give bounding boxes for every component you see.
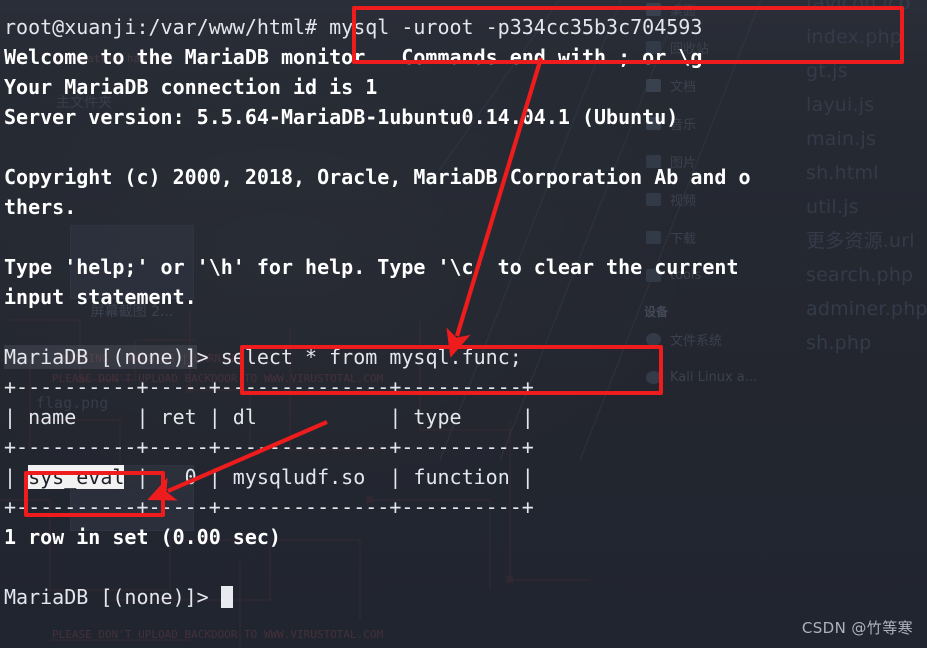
table-row: | sys_eval | 0 | mysqludf.so | function … xyxy=(4,462,927,492)
csdn-watermark: CSDN @竹等寒 xyxy=(801,619,913,637)
text-cursor xyxy=(220,586,233,608)
table-rule-middle: +----------+-----+--------------+-------… xyxy=(4,435,534,459)
result-status: 1 row in set (0.00 sec) xyxy=(4,525,281,549)
terminal-output[interactable]: root@xuanji:/var/www/html# mysql -uroot … xyxy=(0,0,927,648)
terminal-line-help-1: Type 'help;' or '\h' for help. Type '\c'… xyxy=(4,255,739,279)
table-header-row: | name | ret | dl | type | xyxy=(4,405,534,429)
cell-name-sys-eval[interactable]: sys_eval xyxy=(28,465,125,489)
terminal-line-copyright-2: thers. xyxy=(4,195,77,219)
terminal-line-server-version: Server version: 5.5.64-MariaDB-1ubuntu0.… xyxy=(4,105,679,129)
terminal-line-copyright-1: Copyright (c) 2000, 2018, Oracle, MariaD… xyxy=(4,165,751,189)
terminal-line-blank-4 xyxy=(4,552,927,582)
terminal-line-welcome: Welcome to the MariaDB monitor. Commands… xyxy=(4,45,715,69)
query-text: select * from mysql.func; xyxy=(220,345,522,369)
terminal-line-query-prompt: MariaDB [(none)]> select * from mysql.fu… xyxy=(4,342,927,372)
prompt-label: MariaDB [(none)] xyxy=(4,345,197,369)
table-rule-bottom: +----------+-----+--------------+-------… xyxy=(4,495,534,519)
prompt-arrow: > xyxy=(196,345,221,369)
terminal-line-final-prompt[interactable]: MariaDB [(none)]> xyxy=(4,582,927,612)
terminal-line-connection-id: Your MariaDB connection id is 1 xyxy=(4,75,378,99)
row-remainder: | 0 | mysqludf.so | function | xyxy=(124,465,534,489)
terminal-line-blank-2 xyxy=(4,222,927,252)
row-prefix: | xyxy=(4,465,29,489)
table-rule-top: +----------+-----+--------------+-------… xyxy=(4,375,534,399)
terminal-line-blank-1 xyxy=(4,132,927,162)
terminal-line-blank-3 xyxy=(4,312,927,342)
terminal-line-help-2: input statement. xyxy=(4,285,197,309)
final-prompt-label: MariaDB [(none)]> xyxy=(4,585,221,609)
terminal-line-mysql-login: root@xuanji:/var/www/html# mysql -uroot … xyxy=(4,15,703,39)
